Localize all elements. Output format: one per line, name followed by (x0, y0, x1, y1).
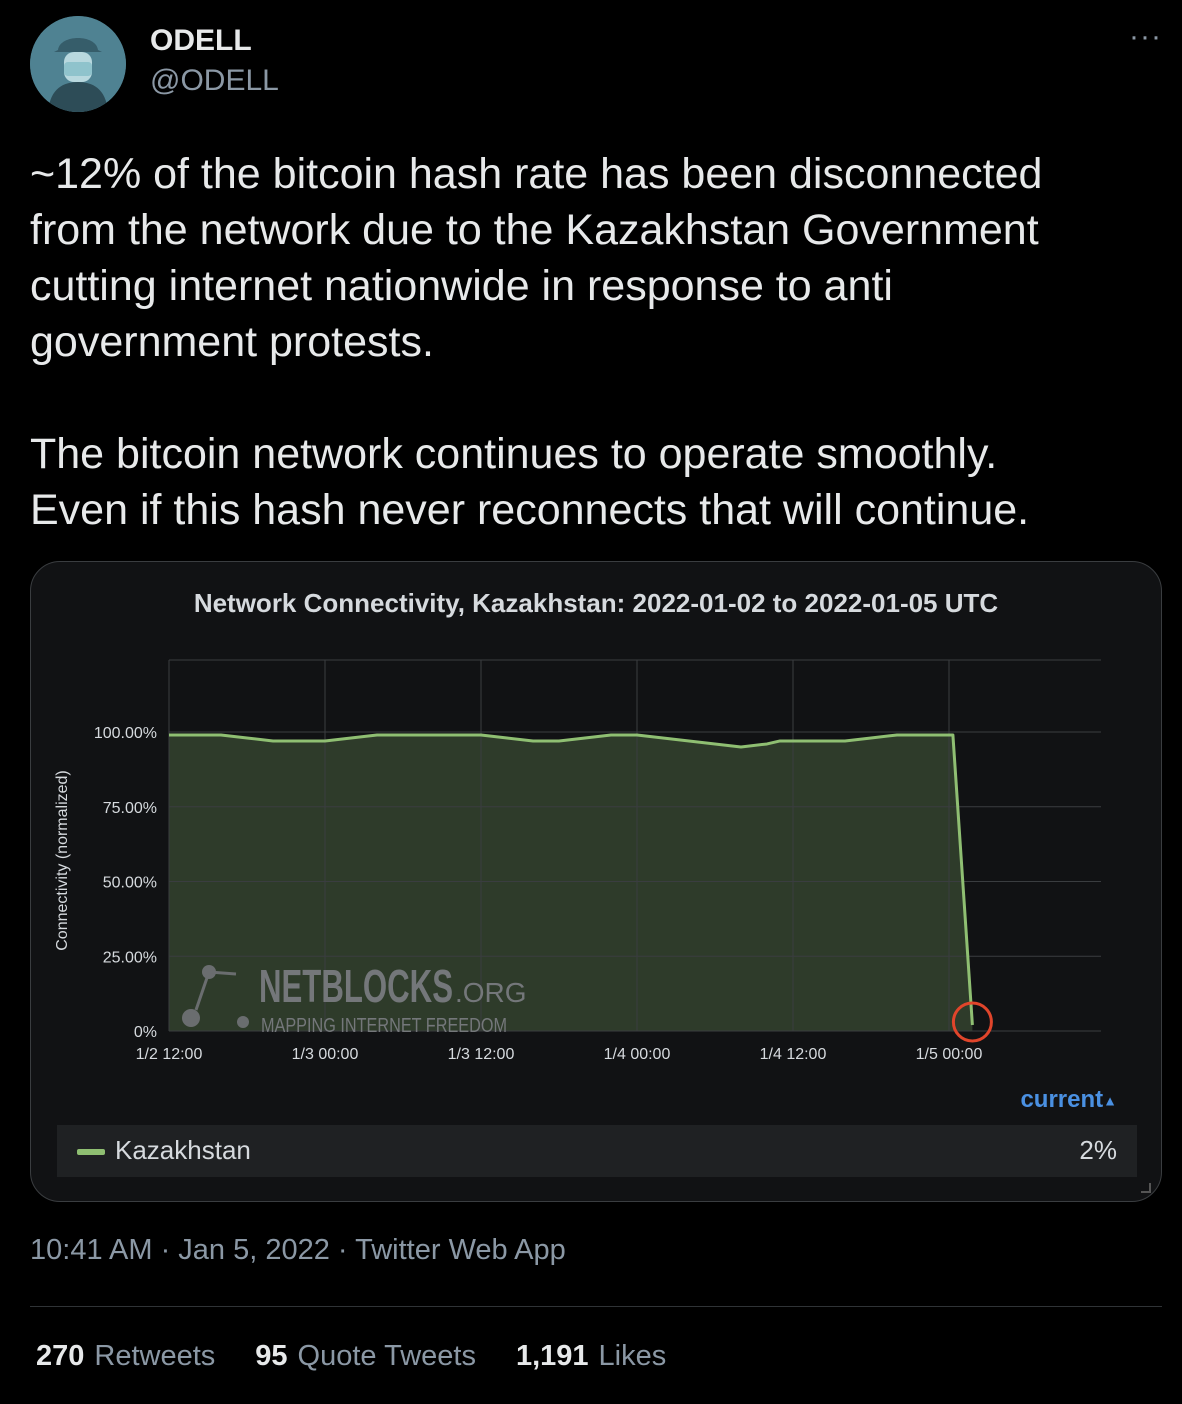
y-tick-label: 100.00% (94, 725, 157, 742)
legend-row[interactable]: Kazakhstan 2% (57, 1125, 1137, 1177)
author-handle[interactable]: @ODELL (150, 64, 279, 98)
netblocks-logo-icon (237, 1016, 249, 1028)
tweet-line: government protests. (30, 318, 434, 366)
y-tick-label: 25.00% (103, 949, 157, 966)
tweet-line: cutting internet nationwide in response … (30, 262, 893, 310)
engagement-stats: 270 Retweets 95 Quote Tweets 1,191 Likes (36, 1340, 666, 1373)
y-tick-label: 50.00% (103, 875, 157, 892)
y-tick-label: 75.00% (103, 800, 157, 817)
netblocks-logo-icon (182, 1009, 200, 1027)
x-tick-label: 1/4 12:00 (760, 1046, 827, 1063)
quote-tweets-label: Quote Tweets (297, 1340, 476, 1372)
x-tick-label: 1/2 12:00 (136, 1046, 203, 1063)
divider (30, 1306, 1162, 1307)
avatar[interactable] (30, 16, 126, 112)
retweets-link[interactable]: 270 Retweets (36, 1340, 215, 1373)
y-tick-label: 0% (134, 1024, 157, 1041)
watermark-suffix: .ORG (455, 977, 527, 1008)
tweet-text-paragraph-2: The bitcoin network continues to operate… (30, 426, 1150, 538)
tweet-line: ~12% of the bitcoin hash rate has been d… (30, 150, 1043, 198)
x-tick-label: 1/3 12:00 (448, 1046, 515, 1063)
legend-swatch (77, 1149, 105, 1155)
likes-count: 1,191 (515, 1340, 589, 1372)
current-sort-button[interactable]: current▲ (1020, 1086, 1117, 1114)
sort-up-icon: ▲ (1103, 1092, 1117, 1109)
quote-tweets-link[interactable]: 95 Quote Tweets (255, 1340, 476, 1373)
legend-series-name: Kazakhstan (115, 1135, 251, 1165)
tweet-line: The bitcoin network continues to operate… (30, 430, 998, 478)
tweet-line: from the network due to the Kazakhstan G… (30, 206, 1039, 254)
likes-link[interactable]: 1,191 Likes (516, 1340, 666, 1373)
tweet-text: ~12% of the bitcoin hash rate has been d… (30, 146, 1150, 370)
chart-card[interactable]: Network Connectivity, Kazakhstan: 2022-0… (30, 561, 1162, 1202)
resize-grip-icon[interactable] (1141, 1183, 1151, 1193)
quote-tweets-count: 95 (255, 1340, 288, 1372)
x-tick-label: 1/3 00:00 (292, 1046, 359, 1063)
watermark-tagline: MAPPING INTERNET FREEDOM (261, 1015, 507, 1037)
y-axis-label: Connectivity (normalized) (54, 770, 71, 951)
x-tick-label: 1/5 00:00 (916, 1046, 983, 1063)
x-tick-label: 1/4 00:00 (604, 1046, 671, 1063)
watermark-brand: NETBLOCKS (259, 960, 453, 1012)
author-name[interactable]: ODELL (150, 24, 252, 58)
retweets-count: 270 (36, 1340, 85, 1372)
legend-current-value: 2% (1079, 1135, 1117, 1165)
tweet-line: Even if this hash never reconnects that … (30, 486, 1030, 534)
tweet-timestamp[interactable]: 10:41 AM · Jan 5, 2022 · Twitter Web App (30, 1234, 566, 1267)
current-label: current (1020, 1086, 1104, 1113)
netblocks-logo-icon (208, 970, 237, 976)
avatar-image (30, 16, 126, 112)
retweets-label: Retweets (94, 1340, 216, 1372)
connectivity-chart: 0% 25.00% 50.00% 75.00% 100.00% 1/2 12:00 1/3 … (54, 659, 1101, 1063)
more-options-icon[interactable]: ··· (1129, 20, 1162, 54)
likes-label: Likes (598, 1340, 667, 1372)
